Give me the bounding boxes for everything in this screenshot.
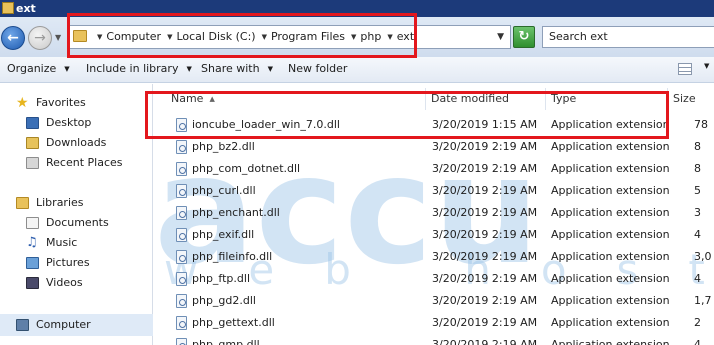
breadcrumb: ▼ Computer ▼ Local Disk (C:) ▼ Program File… [91,26,414,48]
file-row[interactable]: php_gd2.dll 3/20/2019 2:19 AM Applicatio… [154,290,714,312]
column-header-size[interactable]: Size [668,88,714,110]
music-icon: ♫ [26,235,38,250]
file-row[interactable]: php_curl.dll 3/20/2019 2:19 AM Applicati… [154,180,714,202]
include-in-library-button[interactable]: Include in library ▼ [86,57,192,83]
chevron-down-icon[interactable]: ▼ [97,26,102,48]
dll-file-icon [176,206,187,220]
file-row[interactable]: php_gmp.dll 3/20/2019 2:19 AM Applicatio… [154,334,714,345]
organize-button[interactable]: Organize ▼ [7,57,70,83]
address-bar[interactable]: ▼ Computer ▼ Local Disk (C:) ▼ Program File… [68,25,511,49]
search-input[interactable]: Search ext [542,26,714,48]
videos-icon [26,277,39,289]
file-row[interactable]: php_enchant.dll 3/20/2019 2:19 AM Applic… [154,202,714,224]
breadcrumb-item[interactable]: ▼ ext [381,26,414,48]
chevron-down-icon[interactable]: ▼ [704,62,709,70]
window-title: ext [16,2,36,15]
recent-places-icon [26,157,39,169]
dll-file-icon [176,294,187,308]
file-row[interactable]: php_ftp.dll 3/20/2019 2:19 AM Applicatio… [154,268,714,290]
documents-icon [26,217,39,229]
dll-file-icon [176,250,187,264]
chevron-down-icon[interactable]: ▼ [387,26,392,48]
refresh-button[interactable]: ↻ [513,26,535,48]
address-dropdown-icon[interactable]: ▼ [497,26,504,48]
file-row[interactable]: php_bz2.dll 3/20/2019 2:19 AM Applicatio… [154,136,714,158]
share-with-button[interactable]: Share with ▼ [201,57,273,83]
forward-button[interactable]: → [28,26,52,50]
sort-ascending-icon: ▲ [209,95,215,103]
folder-icon [73,30,87,42]
window-title-bar: ext [0,0,714,17]
dll-file-icon [176,338,187,345]
file-row[interactable]: ioncube_loader_win_7.0.dll 3/20/2019 1:1… [154,114,714,136]
address-row: ← → ▼ ▼ Computer ▼ Local Disk (C:) ▼ Progra… [0,17,714,57]
file-row[interactable]: php_com_dotnet.dll 3/20/2019 2:19 AM App… [154,158,714,180]
pictures-icon [26,257,39,269]
chevron-down-icon: ▼ [267,65,273,73]
breadcrumb-item[interactable]: ▼ php [345,26,381,48]
column-header-type[interactable]: Type [546,88,668,110]
file-list: accu web hosting Name▲ Date modified Typ… [154,84,714,345]
chevron-down-icon[interactable]: ▼ [351,26,356,48]
computer-icon [16,319,29,331]
file-row[interactable]: php_fileinfo.dll 3/20/2019 2:19 AM Appli… [154,246,714,268]
view-options-icon[interactable] [678,63,692,75]
folder-icon [2,2,14,14]
libraries-icon [16,197,29,209]
column-header-date[interactable]: Date modified [426,88,546,110]
column-header-row: Name ▲ Date modified Type Size [154,88,714,110]
recent-pages-chevron-icon[interactable]: ▼ [55,33,61,42]
dll-file-icon [176,228,187,242]
dll-file-icon [176,162,187,176]
downloads-icon [26,137,39,149]
breadcrumb-item[interactable]: ▼ Local Disk (C:) [161,26,256,48]
file-row[interactable]: php_gettext.dll 3/20/2019 2:19 AM Applic… [154,312,714,334]
command-bar: Organize ▼ Include in library ▼ Share with… [0,57,714,83]
breadcrumb-item[interactable]: ▼ Computer [91,26,161,48]
dll-file-icon [176,140,187,154]
new-folder-button[interactable]: New folder [288,57,347,83]
chevron-down-icon: ▼ [64,65,70,73]
dll-file-icon [176,118,187,132]
star-icon: ★ [16,95,29,111]
chevron-down-icon[interactable]: ▼ [262,26,267,48]
chevron-down-icon: ▼ [186,65,192,73]
breadcrumb-item[interactable]: ▼ Program Files [256,26,345,48]
chevron-down-icon[interactable]: ▼ [167,26,172,48]
dll-file-icon [176,184,187,198]
back-button[interactable]: ← [1,26,25,50]
navigation-pane: ★ Favorites Desktop Downloads Recent Pla… [0,84,153,345]
column-header-name[interactable]: Name ▲ [166,88,426,110]
file-row[interactable]: php_exif.dll 3/20/2019 2:19 AM Applicati… [154,224,714,246]
dll-file-icon [176,316,187,330]
desktop-icon [26,117,39,129]
dll-file-icon [176,272,187,286]
